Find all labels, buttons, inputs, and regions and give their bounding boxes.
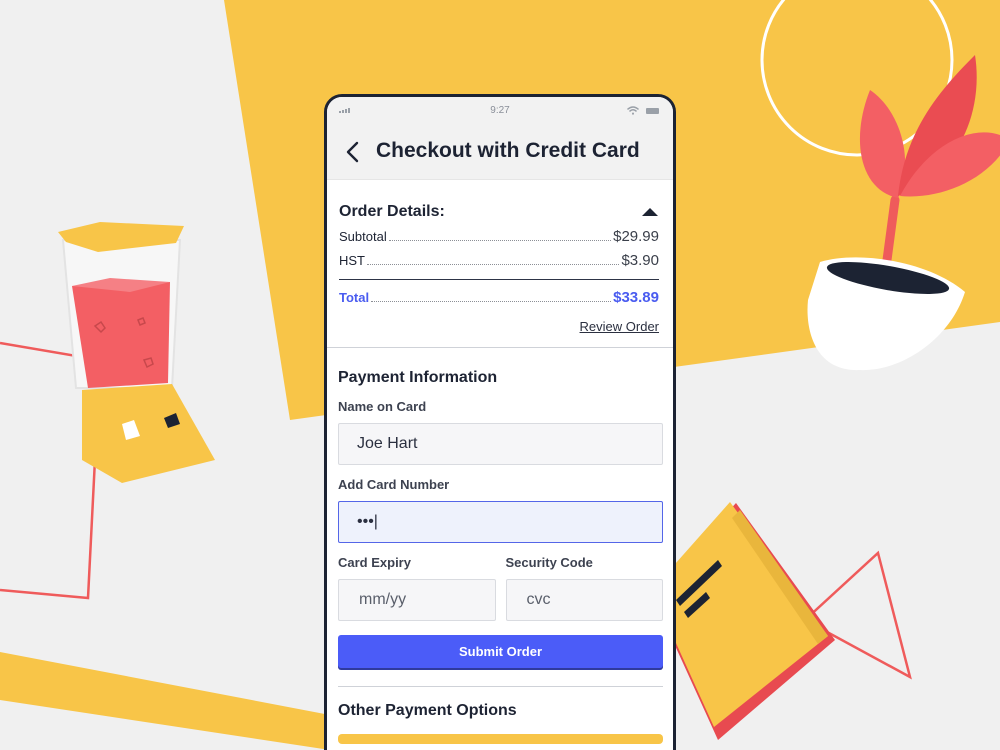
page-title: Checkout with Credit Card: [376, 139, 640, 162]
tax-row: HST $3.90: [339, 252, 659, 270]
security-code-input[interactable]: [505, 579, 663, 621]
other-payment-option-button[interactable]: [338, 734, 663, 744]
card-expiry-input[interactable]: [338, 579, 496, 621]
section-divider: [327, 347, 673, 348]
leader-dots: [371, 301, 612, 302]
caret-up-icon[interactable]: [641, 206, 659, 218]
tax-amount: $3.90: [621, 252, 659, 269]
blender-illustration: [58, 222, 215, 483]
other-payment-title: Other Payment Options: [338, 702, 517, 719]
page-header: Checkout with Credit Card: [327, 125, 673, 180]
payment-section: Payment Information Name on Card Add Car…: [327, 369, 673, 744]
card-number-label: Add Card Number: [338, 477, 450, 492]
phone-frame: 9:27 Checkout with Credit Card Order Det…: [324, 94, 676, 750]
chevron-left-icon: [346, 141, 359, 163]
leader-dots: [367, 264, 620, 265]
status-bar: 9:27: [327, 97, 673, 125]
battery-icon: [646, 108, 659, 114]
card-number-input[interactable]: [338, 501, 663, 543]
name-on-card-label: Name on Card: [338, 399, 427, 414]
tax-label: HST: [339, 253, 365, 268]
subtotal-amount: $29.99: [613, 228, 659, 245]
submit-order-button[interactable]: Submit Order: [338, 635, 663, 668]
back-button[interactable]: [341, 139, 365, 165]
total-amount: $33.89: [613, 289, 659, 306]
total-label: Total: [339, 290, 370, 305]
book-illustration: [652, 502, 835, 740]
subtotal-label: Subtotal: [339, 229, 387, 244]
order-details-title: Order Details:: [339, 203, 445, 220]
card-expiry-label: Card Expiry: [338, 555, 411, 570]
status-time: 9:27: [490, 105, 510, 116]
total-row: Total $33.89: [339, 289, 659, 307]
divider: [339, 279, 659, 280]
order-details-section: Order Details: Subtotal $29.99 HST $3.90…: [327, 202, 673, 334]
review-order-link[interactable]: Review Order: [339, 319, 659, 334]
wifi-icon: [627, 106, 639, 115]
payment-title: Payment Information: [338, 369, 498, 386]
section-divider: [338, 686, 663, 687]
yellow-stripe: [0, 652, 330, 750]
name-on-card-input[interactable]: [338, 423, 663, 465]
leader-dots: [388, 240, 612, 241]
subtotal-row: Subtotal $29.99: [339, 228, 659, 246]
security-code-label: Security Code: [505, 555, 593, 570]
red-outline-triangle: [802, 550, 912, 680]
